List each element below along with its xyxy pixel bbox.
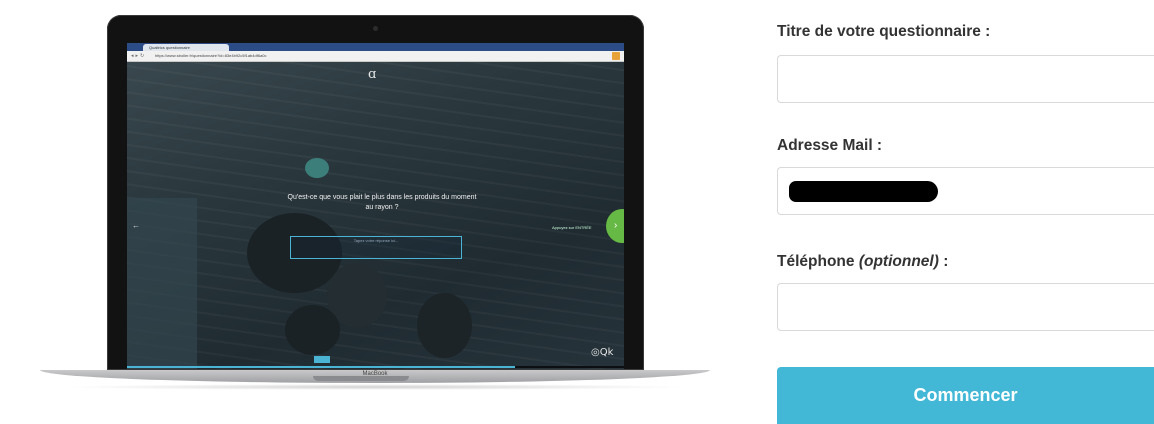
questionnaire-form: Titre de votre questionnaire : Adresse M… [777, 0, 1154, 424]
background-figure [417, 293, 472, 358]
browser-address-bar: ◂▸↻ https://www.stroller.fr/questionnair… [127, 51, 624, 62]
email-label: Adresse Mail : [777, 137, 883, 154]
browser-tab: Qualtrics questionnaire [143, 44, 229, 51]
title-label: Titre de votre questionnaire : [777, 23, 991, 40]
progress-bar [127, 366, 624, 368]
browser-nav-icons: ◂▸↻ [131, 53, 147, 59]
start-button[interactable]: Commencer [777, 367, 1154, 424]
phone-input[interactable] [777, 283, 1154, 331]
phone-label-optional: (optionnel) [858, 253, 939, 270]
laptop-mockup: Qualtrics questionnaire ◂▸↻ https://www.… [0, 0, 720, 424]
laptop-screen: Qualtrics questionnaire ◂▸↻ https://www.… [127, 43, 624, 369]
laptop-shadow [60, 384, 690, 390]
phone-label: Téléphone (optionnel) : [777, 253, 948, 271]
survey-answer-placeholder: Tapez votre réponse ici... [353, 238, 399, 243]
background-figure [285, 305, 340, 355]
laptop-notch [313, 376, 409, 381]
site-logo: ɑ [368, 67, 377, 82]
camera-icon [373, 26, 378, 31]
progress-fill [127, 366, 515, 368]
browser-url: https://www.stroller.fr/questionnaire?id… [155, 53, 267, 58]
title-input[interactable] [777, 55, 1154, 103]
brand-mark: ◎Qk [591, 347, 614, 358]
email-input[interactable] [777, 167, 1154, 215]
progress-badge [314, 356, 330, 363]
phone-label-suffix: : [938, 253, 949, 270]
survey-question: Qu'est-ce que vous plait le plus dans le… [287, 194, 477, 211]
redaction-mark [789, 181, 938, 202]
browser-extension-icon [612, 52, 620, 60]
browser-tab-strip: Qualtrics questionnaire [127, 43, 624, 51]
background-figure [305, 158, 329, 178]
phone-label-main: Téléphone [777, 253, 859, 270]
prev-arrow-icon: ← [132, 221, 140, 230]
survey-answer-input: Tapez votre réponse ici... [290, 236, 462, 259]
enter-hint: Appuyez sur ENTRÉE [552, 225, 592, 230]
next-arrow-icon: › [606, 209, 624, 243]
laptop-lid: Qualtrics questionnaire ◂▸↻ https://www.… [107, 15, 644, 370]
